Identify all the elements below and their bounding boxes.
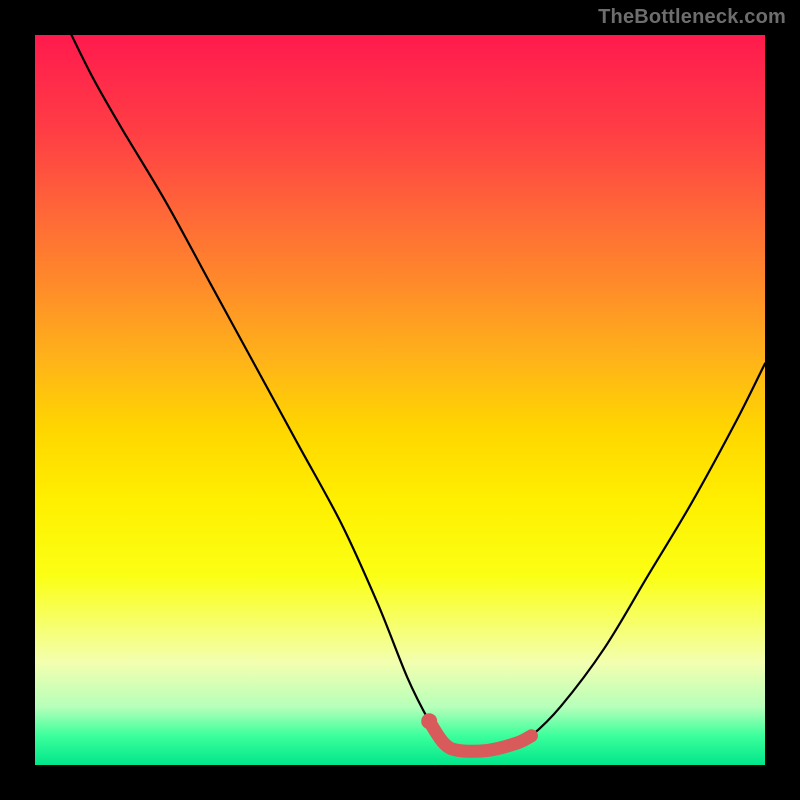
highlight-dot [421, 713, 437, 729]
bottleneck-curve [72, 35, 766, 751]
chart-frame: TheBottleneck.com [0, 0, 800, 800]
plot-area [35, 35, 765, 765]
watermark-text: TheBottleneck.com [598, 6, 786, 29]
highlight-segment [429, 721, 531, 751]
chart-svg [35, 35, 765, 765]
